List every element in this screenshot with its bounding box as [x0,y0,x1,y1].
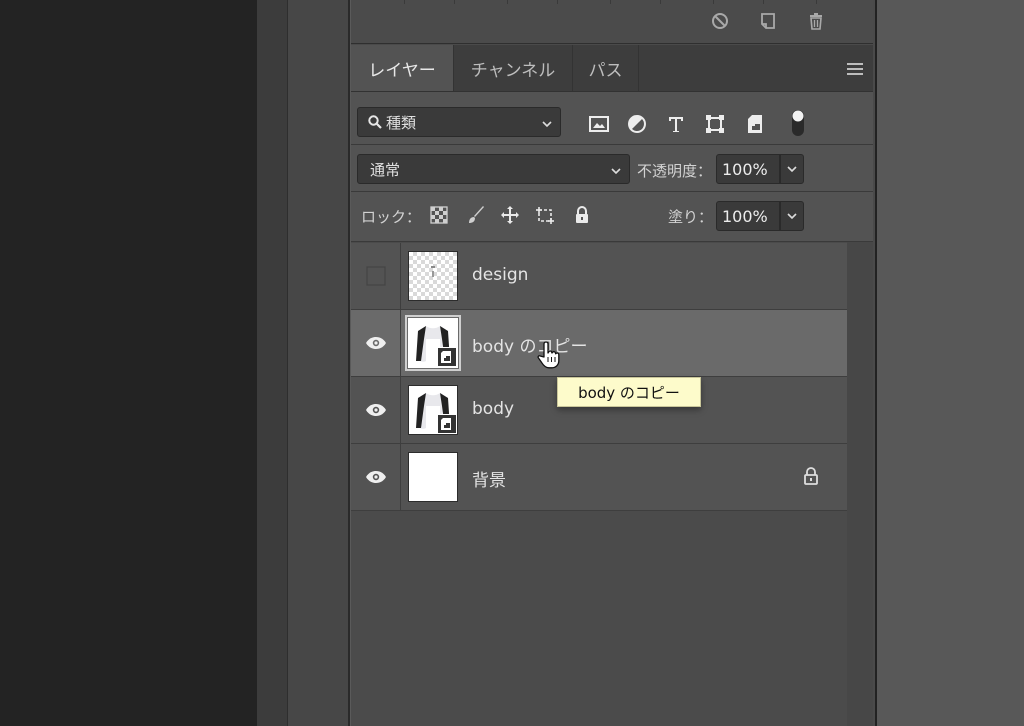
type-filter-icon[interactable] [664,112,688,136]
chevron-down-icon [787,213,797,220]
blend-mode-value: 通常 [370,160,401,179]
tab-layers[interactable]: レイヤー [351,45,454,91]
smart-object-badge-icon [437,347,457,367]
layer-name[interactable]: body [472,399,514,419]
layer-row-body-copy[interactable]: body のコピー [351,310,847,377]
filter-kind-label: 種類 [386,113,417,132]
opacity-dropdown-button[interactable] [780,154,804,184]
opacity-input[interactable]: 100% [716,154,780,184]
visibility-off-box-icon [365,266,386,286]
lock-artboard-icon[interactable] [534,204,556,226]
layer-name-tooltip: body のコピー [557,377,701,407]
layer-thumbnail [405,315,461,371]
layer-row-design[interactable]: design [351,243,847,310]
panel-menu-icon[interactable] [847,61,863,75]
tab-paths[interactable]: パス [573,45,639,91]
chevron-down-icon [541,116,553,128]
panel-dock-strip [288,0,350,726]
layer-list-scrollbar[interactable] [847,242,873,726]
side-strip [257,0,288,726]
right-background [877,0,1024,726]
fill-dropdown-button[interactable] [780,201,804,231]
fill-input[interactable]: 100% [716,201,780,231]
blend-mode-select[interactable]: 通常 [357,154,630,184]
lock-transparent-pixels-icon[interactable] [428,204,450,226]
upper-panel-footer [351,0,873,44]
layer-row-background[interactable]: 背景 [351,444,847,511]
smart-object-filter-icon[interactable] [743,112,767,136]
image-filter-icon[interactable] [587,112,611,136]
layer-thumbnail [408,385,458,435]
lock-label: ロック： [361,208,422,226]
clear-icon[interactable] [709,10,731,32]
trash-icon[interactable] [805,10,827,32]
adjustment-filter-icon[interactable] [625,112,649,136]
layer-name[interactable]: body のコピー [472,332,587,357]
visibility-toggle[interactable] [351,377,401,443]
lock-position-icon[interactable] [499,204,521,226]
eye-icon [365,471,386,483]
shape-filter-icon[interactable] [703,112,727,136]
panel-tab-bar: レイヤー チャンネル パス [351,45,873,92]
new-item-icon[interactable] [757,10,779,32]
lock-image-pixels-icon[interactable] [465,204,487,226]
smart-object-badge-icon [437,414,457,434]
lock-all-icon[interactable] [571,204,593,226]
layer-name[interactable]: 背景 [472,466,506,491]
visibility-toggle[interactable] [351,310,401,376]
layer-thumbnail [408,452,458,502]
chevron-down-icon [610,163,622,175]
visibility-toggle[interactable] [351,243,401,309]
fill-label: 塗り： [668,208,714,226]
filter-kind-select[interactable]: 種類 [357,107,561,137]
eye-icon [365,404,386,416]
filter-toggle-icon[interactable] [786,108,810,138]
canvas-area [0,0,257,726]
chevron-down-icon [787,166,797,173]
search-icon [368,115,382,129]
visibility-toggle[interactable] [351,444,401,510]
opacity-label: 不透明度： [637,162,713,180]
eye-icon [365,337,386,349]
layer-name[interactable]: design [472,265,528,285]
layer-thumbnail [408,251,458,301]
tab-channels[interactable]: チャンネル [454,45,573,91]
hand-cursor-icon [537,340,563,370]
lock-icon [803,467,819,489]
